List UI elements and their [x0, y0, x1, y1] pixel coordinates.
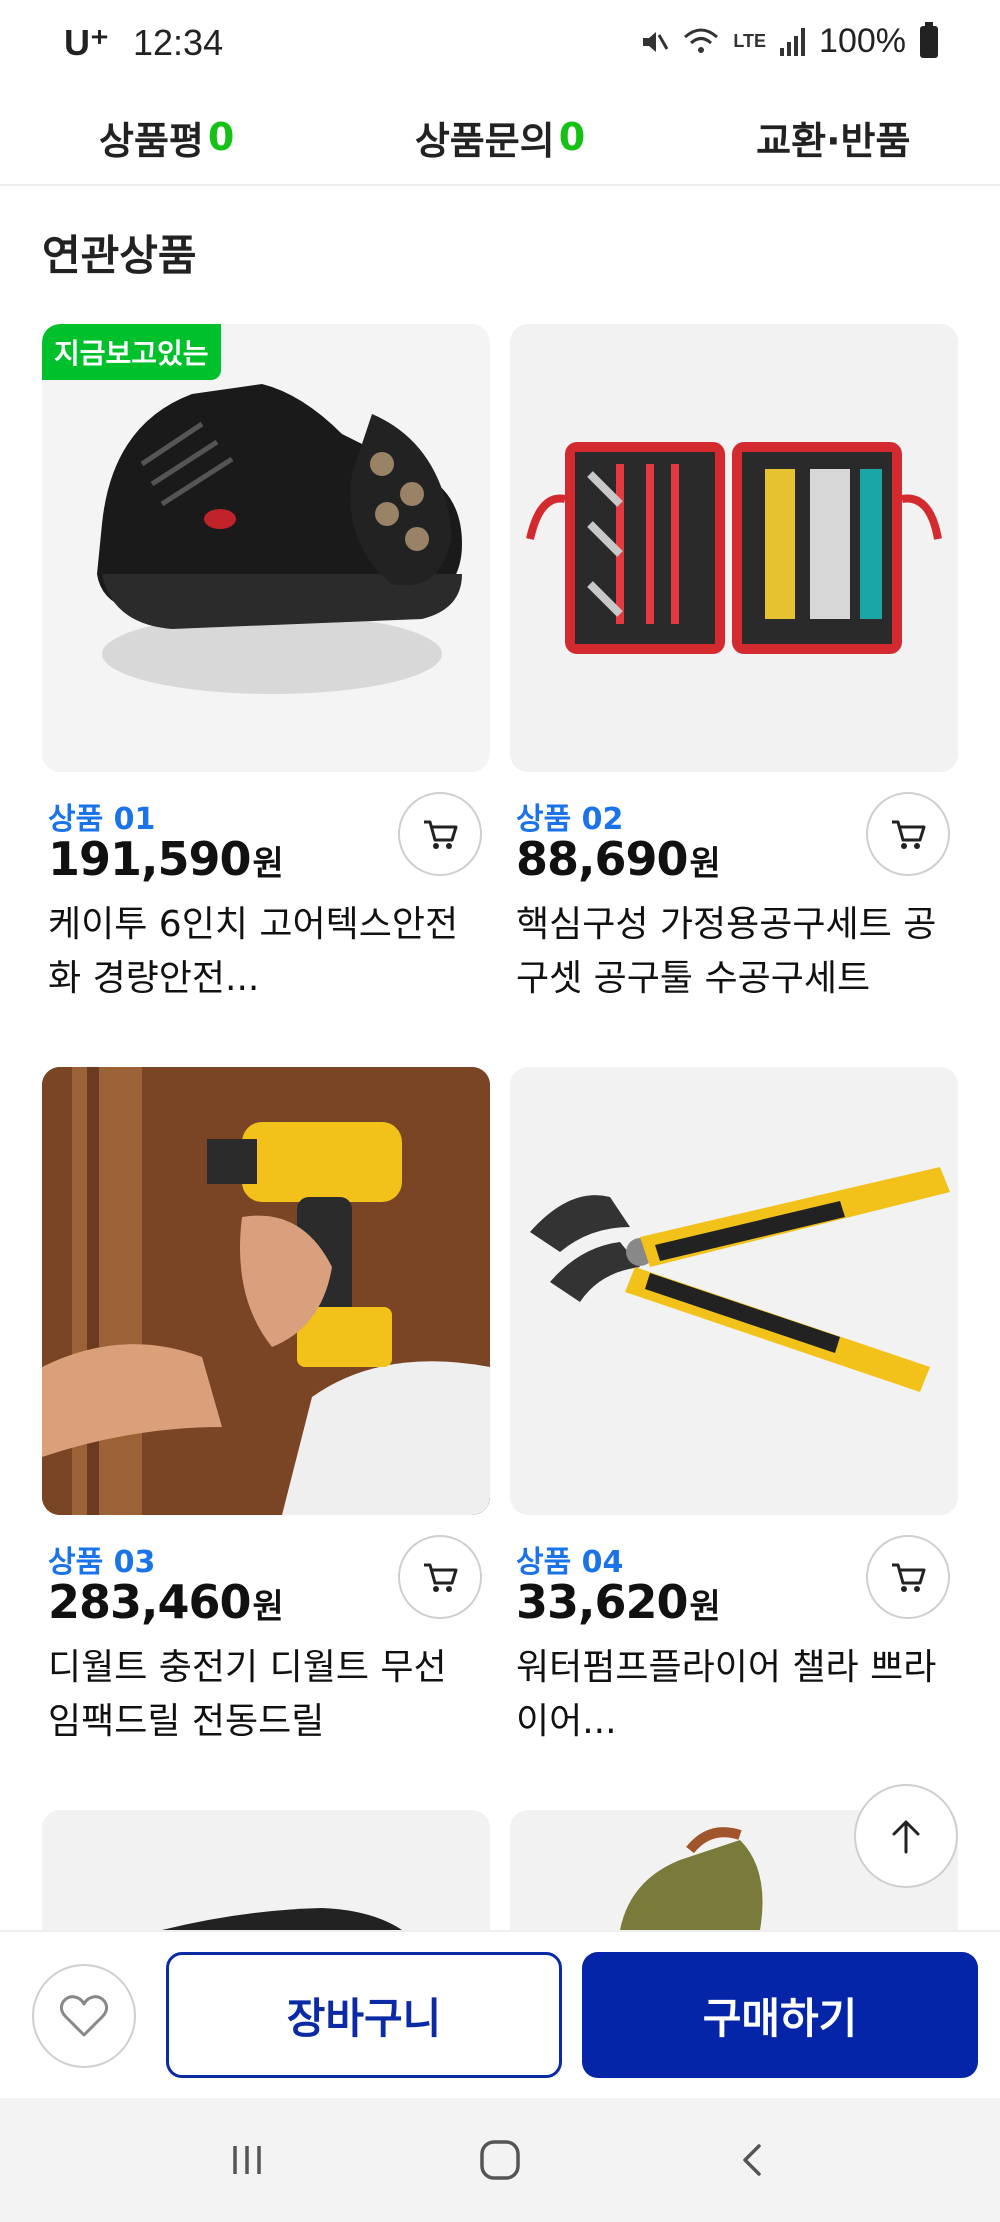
arrow-up-icon [892, 1820, 920, 1854]
home-button[interactable] [455, 2120, 545, 2200]
detail-tabs: 상품평 0 상품문의 0 교환·반품 [0, 90, 1000, 186]
product-image-partial-1[interactable] [42, 1810, 490, 1930]
status-left: U⁺ 12:34 [64, 22, 223, 64]
tab-reviews-label: 상품평 [98, 118, 204, 163]
water-pump-plier-image [530, 1167, 950, 1392]
clock: 12:34 [133, 22, 224, 63]
buy-now-button[interactable]: 구매하기 [582, 1952, 978, 2078]
product-price: 88,690원 [516, 832, 721, 886]
product-image-shoe[interactable]: 지금보고있는 [42, 324, 490, 772]
add-to-cart-button[interactable] [866, 792, 950, 876]
battery-level: 100% [819, 22, 906, 60]
section-title: 연관상품 [42, 231, 197, 280]
product-price: 191,590원 [48, 832, 284, 886]
product-name[interactable]: 워터펌프플라이어 챌라 쁘라이어... [516, 1641, 946, 1749]
product-name[interactable]: 디월트 충전기 디월트 무선 임팩드릴 전동드릴 [48, 1641, 478, 1749]
price-currency: 원 [252, 1587, 284, 1627]
mute-icon [643, 31, 669, 52]
tab-reviews-count: 0 [207, 115, 235, 159]
now-viewing-badge: 지금보고있는 [42, 324, 221, 380]
bottom-action-bar: 장바구니 구매하기 [0, 1930, 1000, 2098]
product-price: 283,460원 [48, 1575, 284, 1629]
tab-inquiries-label: 상품문의 [414, 118, 555, 163]
tab-inquiries[interactable]: 상품문의 0 [333, 90, 666, 184]
black-safety-shoe-image [97, 384, 462, 694]
add-to-cart-button[interactable] [398, 1535, 482, 1619]
heart-icon [59, 1995, 109, 2037]
product-image-toolset[interactable] [510, 324, 958, 772]
product-name[interactable]: 케이투 6인치 고어텍스안전화 경량안전... [48, 898, 478, 1006]
back-icon [743, 2144, 762, 2176]
price-value: 33,620 [516, 1575, 689, 1629]
scroll-top-button[interactable] [854, 1784, 958, 1888]
price-value: 88,690 [516, 832, 689, 886]
wishlist-button[interactable] [32, 1964, 136, 2068]
tab-exchange-return[interactable]: 교환·반품 [667, 90, 1000, 184]
price-currency: 원 [689, 1587, 721, 1627]
cart-icon [892, 1563, 926, 1592]
price-value: 283,460 [48, 1575, 252, 1629]
battery-icon [920, 21, 938, 58]
product-image-drill[interactable] [42, 1067, 490, 1515]
status-right: LTE 100% [639, 21, 938, 61]
tab-inquiries-count: 0 [558, 115, 586, 159]
add-to-cart-button[interactable] [866, 1535, 950, 1619]
back-button[interactable] [708, 2120, 798, 2200]
status-bar: U⁺ 12:34 LTE 100% [0, 0, 1000, 90]
wifi-icon [684, 28, 719, 53]
product-price: 33,620원 [516, 1575, 721, 1629]
add-cart-button[interactable]: 장바구니 [166, 1952, 562, 2078]
system-nav-bar [0, 2098, 1000, 2222]
home-icon [480, 2140, 520, 2180]
partial-product-image [162, 1908, 402, 1930]
product-image-plier[interactable] [510, 1067, 958, 1515]
recent-apps-icon [232, 2146, 261, 2174]
red-tool-case-image [526, 442, 942, 654]
tab-exchange-return-label: 교환·반품 [756, 118, 911, 163]
signal-icon [780, 27, 806, 56]
yellow-drill-image [42, 1067, 490, 1515]
price-currency: 원 [689, 844, 721, 884]
product-name[interactable]: 핵심구성 가정용공구세트 공구셋 공구툴 수공구세트 [516, 898, 946, 1006]
price-currency: 원 [252, 844, 284, 884]
price-value: 191,590 [48, 832, 252, 886]
network-type: LTE [733, 31, 767, 51]
cart-icon [424, 820, 458, 849]
tab-reviews[interactable]: 상품평 0 [0, 90, 333, 184]
recent-apps-button[interactable] [202, 2120, 292, 2200]
cart-icon [892, 820, 926, 849]
cart-icon [424, 1563, 458, 1592]
add-to-cart-button[interactable] [398, 792, 482, 876]
carrier-label: U⁺ [64, 22, 109, 63]
